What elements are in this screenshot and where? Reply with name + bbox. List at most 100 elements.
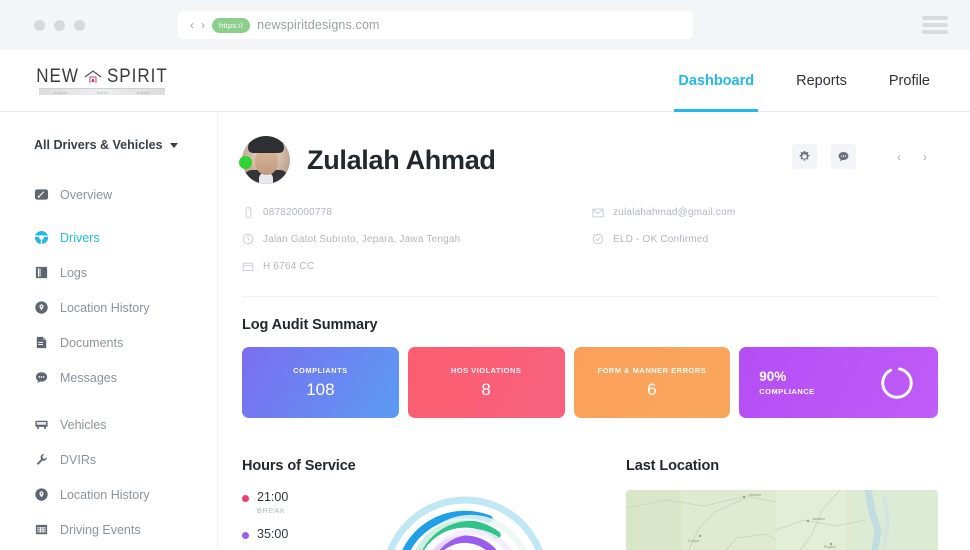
sidebar-group-vehicles: Vehicles DVIRs Location History Driving … bbox=[34, 412, 217, 550]
prev-driver-button[interactable]: ‹ bbox=[888, 146, 910, 168]
audit-card-hos-violations[interactable]: HOS VIOLATIONS 8 bbox=[407, 347, 565, 418]
mail-icon bbox=[592, 206, 604, 218]
sidebar: All Drivers & Vehicles Overview Drivers bbox=[0, 112, 218, 550]
audit-card-compliance[interactable]: 90% COMPLIANCE bbox=[739, 347, 938, 418]
window-minimize-dot[interactable] bbox=[54, 19, 65, 31]
sidebar-item-location-history-2[interactable]: Location History bbox=[34, 482, 217, 507]
sidebar-item-label: Overview bbox=[60, 187, 113, 202]
compliance-ring bbox=[881, 366, 913, 399]
detail-value: zulalahahmad@gmail.com bbox=[613, 206, 736, 218]
bottom-panels: Hours of Service 21:00 BREAK 35:00 Last … bbox=[242, 438, 938, 550]
clock-icon bbox=[242, 233, 254, 245]
sidebar-item-label: Vehicles bbox=[60, 417, 107, 432]
page-title: Zulalah Ahmad bbox=[307, 144, 496, 175]
sidebar-item-documents[interactable]: Documents bbox=[34, 330, 217, 355]
main-content: Zulalah Ahmad ‹ › 087820000778 zulalahah… bbox=[218, 112, 970, 550]
svg-text:Jackson: Jackson bbox=[812, 517, 825, 521]
document-icon bbox=[34, 335, 49, 350]
sidebar-item-dvirs[interactable]: DVIRs bbox=[34, 447, 217, 472]
detail-value: Jalan Gatot Subroto, Jepara, Jawa Tengah bbox=[263, 233, 461, 245]
hours-of-service-panel: Hours of Service 21:00 BREAK 35:00 bbox=[242, 438, 626, 550]
sidebar-item-drivers[interactable]: Drivers bbox=[34, 225, 217, 250]
audit-card-label: HOS VIOLATIONS bbox=[450, 365, 522, 375]
wrench-icon bbox=[34, 452, 49, 467]
nav-item-dashboard[interactable]: Dashboard bbox=[674, 50, 758, 112]
browser-menu-icon[interactable] bbox=[922, 16, 948, 34]
chat-bubble-icon bbox=[34, 370, 49, 385]
map-pin-icon bbox=[34, 487, 49, 502]
svg-text:Jackson: Jackson bbox=[748, 493, 761, 497]
window-close-dot[interactable] bbox=[34, 19, 45, 31]
url-text[interactable]: newspiritdesigns.com bbox=[257, 18, 380, 32]
detail-address: Jalan Gatot Subroto, Jepara, Jawa Tengah bbox=[242, 233, 592, 245]
phone-icon bbox=[242, 206, 254, 218]
grid-icon bbox=[34, 522, 49, 537]
house-icon bbox=[83, 69, 103, 84]
profile-pager: ‹ › bbox=[888, 146, 936, 168]
detail-value: H 6764 CC bbox=[263, 260, 315, 272]
sidebar-group-drivers: Overview Drivers Logs Location History D… bbox=[34, 182, 217, 390]
address-bar[interactable]: ‹ › https:// newspiritdesigns.com bbox=[178, 11, 693, 39]
map-pin-icon bbox=[34, 300, 49, 315]
chevron-down-icon bbox=[169, 142, 178, 148]
browser-chrome: ‹ › https:// newspiritdesigns.com bbox=[0, 0, 970, 50]
sidebar-item-label: Logs bbox=[60, 265, 88, 280]
sidebar-item-location-history-1[interactable]: Location History bbox=[34, 295, 217, 320]
truck-icon bbox=[34, 417, 49, 432]
back-arrow-icon[interactable]: ‹ bbox=[190, 19, 194, 31]
next-driver-button[interactable]: › bbox=[914, 146, 936, 168]
forward-arrow-icon[interactable]: › bbox=[201, 19, 205, 31]
sidebar-item-vehicles[interactable]: Vehicles bbox=[34, 412, 217, 437]
legend-dot bbox=[242, 532, 249, 540]
detail-value: ELD - OK Confirmed bbox=[613, 233, 709, 245]
logo-tagline-1: design bbox=[53, 89, 68, 95]
site-header: NEW SPIRIT design build create Dashboard… bbox=[0, 50, 970, 112]
driver-details: 087820000778 zulalahahmad@gmail.com Jala… bbox=[242, 206, 938, 272]
audit-card-value: 108 bbox=[306, 379, 335, 399]
sidebar-item-label: DVIRs bbox=[60, 452, 97, 467]
sidebar-item-logs[interactable]: Logs bbox=[34, 260, 217, 285]
logo-tagline-2: build bbox=[97, 89, 108, 95]
map-view[interactable]: Jackson Chapel Jackson Rogers bbox=[626, 490, 938, 550]
main-navigation: Dashboard Reports Profile bbox=[674, 50, 930, 112]
gear-icon[interactable] bbox=[792, 144, 817, 169]
sidebar-item-overview[interactable]: Overview bbox=[34, 182, 217, 207]
id-card-icon bbox=[242, 260, 254, 272]
audit-card-value: 8 bbox=[481, 379, 491, 399]
logo-tagline: design build create bbox=[39, 88, 165, 95]
sidebar-item-label: Location History bbox=[60, 487, 150, 502]
sidebar-item-messages[interactable]: Messages bbox=[34, 365, 217, 390]
logo-word-new: NEW bbox=[36, 64, 79, 87]
last-location-title: Last Location bbox=[626, 458, 719, 474]
check-circle-icon bbox=[592, 233, 604, 245]
sidebar-item-label: Drivers bbox=[60, 230, 100, 245]
legend-sublabel: BREAK bbox=[257, 506, 286, 516]
detail-eld-status: ELD - OK Confirmed bbox=[592, 233, 938, 245]
window-controls bbox=[34, 19, 85, 31]
gauge-icon bbox=[34, 187, 49, 202]
profile-actions: ‹ › bbox=[792, 144, 936, 169]
chat-bubble-icon[interactable] bbox=[831, 144, 856, 169]
sidebar-item-driving-events[interactable]: Driving Events bbox=[34, 517, 217, 542]
book-icon bbox=[34, 265, 49, 280]
nav-item-profile[interactable]: Profile bbox=[889, 50, 930, 111]
svg-text:Chapel: Chapel bbox=[688, 539, 700, 543]
window-maximize-dot[interactable] bbox=[74, 19, 85, 31]
audit-card-form-manner-errors[interactable]: FORM & MANNER ERRORS 6 bbox=[573, 347, 731, 418]
nav-item-reports[interactable]: Reports bbox=[796, 50, 847, 111]
audit-card-compliants[interactable]: COMPLIANTS 108 bbox=[242, 347, 399, 418]
logo[interactable]: NEW SPIRIT design build create bbox=[36, 64, 168, 95]
logo-tagline-3: create bbox=[137, 89, 151, 95]
detail-phone: 087820000778 bbox=[242, 206, 592, 218]
sidebar-item-label: Documents bbox=[60, 335, 124, 350]
driver-vehicle-filter[interactable]: All Drivers & Vehicles bbox=[34, 138, 217, 152]
audit-card-label: FORM & MANNER ERRORS bbox=[597, 365, 707, 375]
https-badge: https:// bbox=[212, 17, 251, 33]
legend-time: 35:00 bbox=[257, 527, 289, 542]
sidebar-item-label: Location History bbox=[60, 300, 150, 315]
compliance-label: COMPLIANCE bbox=[759, 387, 815, 396]
logo-word-spirit: SPIRIT bbox=[106, 64, 168, 87]
section-divider bbox=[242, 296, 938, 297]
compliance-percent: 90% bbox=[759, 369, 787, 384]
hours-of-service-radial-chart bbox=[387, 496, 543, 550]
